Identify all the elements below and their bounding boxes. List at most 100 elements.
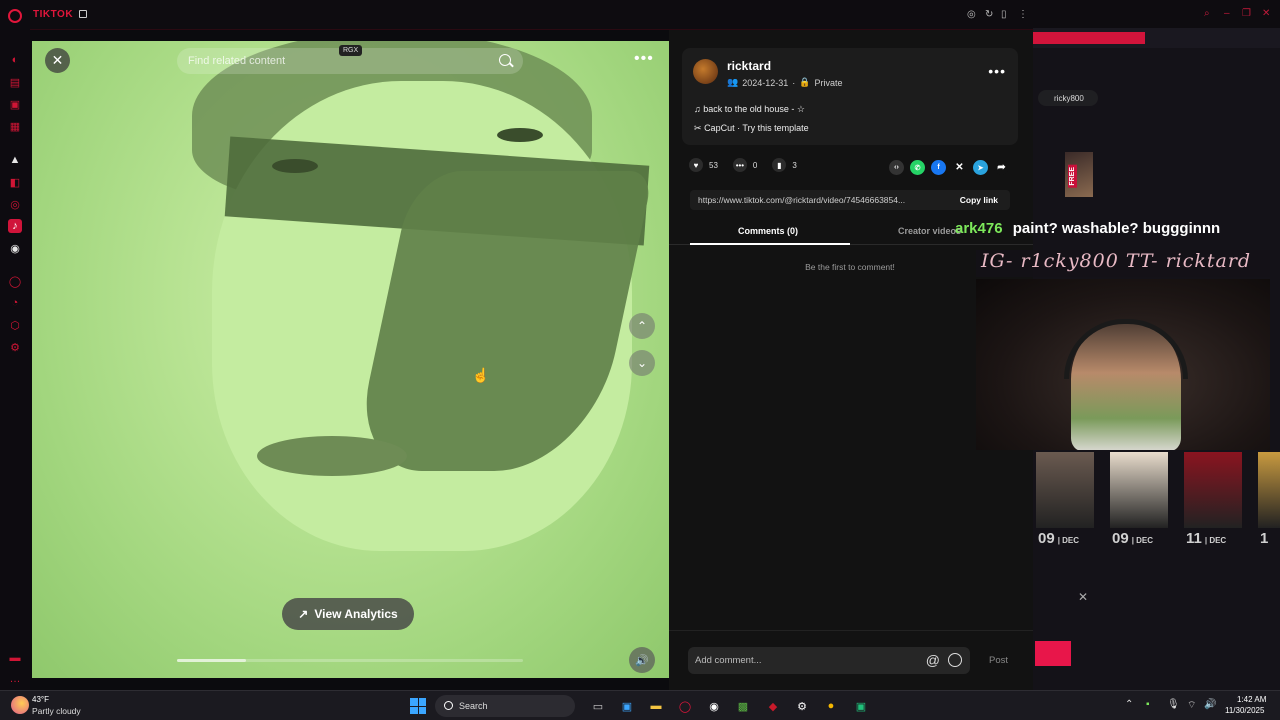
close-video-button[interactable]: ✕ xyxy=(45,48,70,73)
twitch-icon[interactable]: ◧ xyxy=(8,175,22,189)
facebook-icon[interactable]: f xyxy=(931,160,946,175)
copy-link-button[interactable]: Copy link xyxy=(960,195,998,205)
video-progress-bar[interactable] xyxy=(177,659,523,662)
tab-comments[interactable]: Comments (0) xyxy=(738,226,798,236)
author-more-icon[interactable]: ••• xyxy=(988,63,1006,79)
menu-icon[interactable]: ⋮ xyxy=(1018,9,1028,20)
capcut-label: CapCut · Try this template xyxy=(704,123,809,133)
game-release-date: 11 | DEC xyxy=(1186,530,1227,547)
aria-icon[interactable]: ◐ xyxy=(8,53,22,67)
pin-icon[interactable]: ▯ xyxy=(1001,9,1007,20)
opera-logo-icon[interactable] xyxy=(8,9,22,23)
public-icon: 👥 xyxy=(727,77,739,87)
settings-icon[interactable]: ⚙ xyxy=(8,340,22,354)
maximize-icon[interactable]: ❐ xyxy=(1242,8,1251,19)
extensions-icon[interactable]: ⬡ xyxy=(8,318,22,332)
previous-video-button[interactable]: ⌃ xyxy=(629,313,655,339)
post-visibility: Private xyxy=(814,77,843,88)
search-input[interactable]: Find related content xyxy=(188,55,285,67)
game-thumbnail[interactable] xyxy=(1184,452,1242,528)
mention-icon[interactable]: @ xyxy=(926,652,940,668)
windows-start-icon[interactable] xyxy=(410,698,426,714)
desktop-screen: TIKTOK ◎ ↻ ▯ ⋮ ◐ ▤ ▣ ▦ ▲ ◧ ◎ ♪ ◉ ◯ ◔ ⬡ ⚙… xyxy=(0,0,1280,720)
comment-button[interactable]: ••• 0 xyxy=(732,158,757,172)
game-thumbnail[interactable] xyxy=(1258,452,1280,528)
dismiss-icon[interactable]: ✕ xyxy=(1078,590,1088,604)
reload-icon[interactable]: ↻ xyxy=(985,9,993,20)
tiktok-icon[interactable]: ♪ xyxy=(8,219,22,233)
player-icon[interactable]: ▦ xyxy=(8,119,22,133)
author-card: ricktard 👥 2024-12-31 · 🔒 Private ••• ♫ … xyxy=(682,48,1018,145)
pinboard-icon[interactable]: ◯ xyxy=(8,274,22,288)
game-thumbnail[interactable] xyxy=(1110,452,1168,528)
game-thumbnail[interactable] xyxy=(1036,452,1094,528)
volume-icon[interactable]: 🔊 xyxy=(1204,699,1216,710)
file-explorer-icon[interactable]: ▬ xyxy=(647,697,665,715)
steam-icon[interactable]: ⚙ xyxy=(793,697,811,715)
app-icon[interactable]: ▲ xyxy=(8,153,22,167)
game-launcher-icon[interactable]: ◆ xyxy=(764,697,782,715)
more-icon[interactable]: … xyxy=(8,672,22,686)
mouse-cursor-icon: ☝ xyxy=(472,367,490,383)
messenger-icon[interactable]: ▣ xyxy=(8,97,22,111)
game-release-date: 1 xyxy=(1260,530,1269,547)
store-icon[interactable]: ▣ xyxy=(618,697,636,715)
settings-icon[interactable]: ◎ xyxy=(967,9,976,20)
minimize-icon[interactable]: – xyxy=(1224,8,1230,19)
weather-app-icon[interactable]: ● xyxy=(822,697,840,715)
next-video-button[interactable]: ⌄ xyxy=(629,350,655,376)
weather-icon[interactable] xyxy=(11,696,29,714)
author-username[interactable]: ricktard xyxy=(727,59,771,73)
history-icon[interactable]: ◔ xyxy=(8,296,22,310)
site-label: TIKTOK xyxy=(33,9,74,20)
discord-icon[interactable]: ◉ xyxy=(8,241,22,255)
game-release-date: 09 | DEC xyxy=(1038,530,1080,547)
chat-app-icon[interactable]: ▣ xyxy=(852,697,870,715)
search-icon[interactable]: ⌕ xyxy=(1204,8,1210,19)
nvidia-icon[interactable]: ▪ xyxy=(1146,699,1150,710)
chat-text: paint? washable? buggginnn xyxy=(1012,220,1221,237)
capcut-template-link[interactable]: ✂ CapCut · Try this template xyxy=(694,123,809,134)
volume-button[interactable]: 🔊 xyxy=(629,647,655,673)
clock-date[interactable]: 11/30/2025 xyxy=(1225,706,1264,715)
rgx-icon[interactable]: ▬ xyxy=(8,651,22,665)
video-player[interactable]: ✕ Find related content RGX ••• ⌃ ⌄ ↗ Vie… xyxy=(32,41,669,678)
network-icon[interactable]: ⌔ xyxy=(1187,699,1196,712)
like-button[interactable]: ♥ 53 xyxy=(689,158,718,172)
weather-description[interactable]: Partly cloudy xyxy=(32,706,81,716)
whatsapp-icon[interactable]: ✆ xyxy=(910,160,925,175)
video-url[interactable]: https://www.tiktok.com/@ricktard/video/7… xyxy=(698,195,943,205)
weather-temperature[interactable]: 43°F xyxy=(32,695,49,704)
view-analytics-button[interactable]: ↗ View Analytics xyxy=(282,598,414,630)
game-release-month: | DEC xyxy=(1131,536,1154,545)
promo-button[interactable] xyxy=(1035,641,1071,666)
post-button[interactable]: Post xyxy=(989,655,1008,666)
progress-fill xyxy=(177,659,247,662)
task-view-icon[interactable]: ▭ xyxy=(589,697,607,715)
share-arrow-icon[interactable]: ➦ xyxy=(994,160,1009,175)
instagram-icon[interactable]: ◎ xyxy=(8,197,22,211)
telegram-icon[interactable]: ➤ xyxy=(973,160,988,175)
author-avatar[interactable] xyxy=(693,59,718,84)
x-icon[interactable]: ✕ xyxy=(952,160,967,175)
close-icon[interactable]: ✕ xyxy=(1262,8,1270,19)
minecraft-icon[interactable]: ▩ xyxy=(734,697,752,715)
video-more-options-icon[interactable]: ••• xyxy=(634,50,654,68)
emoji-icon[interactable] xyxy=(948,653,962,667)
music-caption[interactable]: ♫ back to the old house - ☆ xyxy=(694,104,805,115)
crypto-wallet-icon[interactable]: ▤ xyxy=(8,75,22,89)
clock-time[interactable]: 1:42 AM xyxy=(1237,695,1266,704)
obs-icon[interactable]: ◉ xyxy=(705,697,723,715)
save-button[interactable]: ▮ 3 xyxy=(772,158,797,172)
taskbar-search[interactable]: Search xyxy=(435,695,575,717)
stream-user-chip[interactable]: ricky800 xyxy=(1038,90,1098,106)
browser-tab-bar: TIKTOK ◎ ↻ ▯ ⋮ xyxy=(0,0,1033,30)
tray-overflow-icon[interactable]: ⌃ xyxy=(1125,699,1133,710)
game-release-month: | DEC xyxy=(1204,536,1227,545)
tab-creator-videos[interactable]: Creator videos xyxy=(898,226,961,236)
embed-icon[interactable]: ‹› xyxy=(889,160,904,175)
opera-gx-icon[interactable]: ◯ xyxy=(676,697,694,715)
search-icon[interactable] xyxy=(499,54,511,66)
comment-input[interactable]: Add comment... @ xyxy=(688,647,970,674)
microphone-icon[interactable]: 🎙 xyxy=(1167,699,1180,710)
